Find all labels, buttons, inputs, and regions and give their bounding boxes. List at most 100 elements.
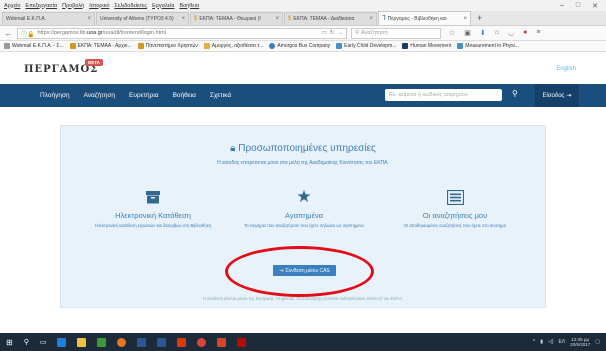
menu-history[interactable]: Ιστορικό xyxy=(89,3,109,9)
tab-ekpa-2[interactable]: $ ΕΚΠΑ: ΤΕΜΑΑ - Διαδίκασια × xyxy=(284,12,377,25)
bookmark-item[interactable]: ΕΚΠΑ: ΤΕΜΑΑ - Αρχικ... xyxy=(69,43,132,49)
edge-icon[interactable] xyxy=(57,337,67,347)
close-tab-icon[interactable]: × xyxy=(275,16,279,22)
search-icon[interactable]: ⚲ xyxy=(24,338,29,346)
notifications-icon[interactable]: ▢ xyxy=(595,339,600,345)
pocket-icon[interactable]: ◡ xyxy=(508,29,514,37)
file-explorer-icon[interactable] xyxy=(77,337,87,347)
nav-search[interactable]: Αναζήτηση xyxy=(84,92,115,99)
feature-description: Οι αποθηκευμένες αναζητήσεις που έχετε σ… xyxy=(403,223,507,228)
ekpa-icon xyxy=(69,43,76,49)
menu-file[interactable]: Αρχείο xyxy=(4,3,20,9)
bookmark-item[interactable]: Measurement in Physi... xyxy=(457,43,519,49)
tab-label: ΕΚΠΑ: ΤΕΜΑΑ - Θεωρικά (Ι xyxy=(199,16,261,22)
clock[interactable]: 12:26 μμ 20/6/2017 xyxy=(570,337,590,348)
panel-title: 🔒︎ Προσωποποιημένες υπηρεσίες xyxy=(230,143,376,154)
powerpoint-icon[interactable] xyxy=(217,337,227,347)
home-icon[interactable]: ⌂ xyxy=(495,29,499,37)
menu-tools[interactable]: Εργαλεία xyxy=(152,3,174,9)
tab-label: ΕΚΠΑ: ΤΕΜΑΑ - Διαδίκασια xyxy=(293,16,355,22)
addon-icon[interactable]: ● xyxy=(523,29,527,37)
back-icon[interactable]: ← xyxy=(4,29,13,38)
menu-edit[interactable]: Επεξεργασία xyxy=(25,3,57,9)
pergamos-icon: ᒣ xyxy=(382,16,386,22)
tab-strip: Webmail E.K.Π.Α. × University of Athens … xyxy=(0,11,606,26)
ekpa-icon xyxy=(137,43,144,49)
system-tray: ^ ▮ ◁) ΕΛ 12:26 μμ 20/6/2017 ▢ xyxy=(533,337,600,348)
app-icon[interactable] xyxy=(97,337,107,347)
login-label: Είσοδος xyxy=(542,92,565,99)
tab-label: Webmail E.K.Π.Α. xyxy=(6,16,46,22)
app-icon[interactable] xyxy=(137,337,147,347)
close-tab-icon[interactable]: × xyxy=(463,16,467,22)
bookmark-item[interactable]: Amorgos Bus Company xyxy=(269,43,330,49)
app-icon[interactable] xyxy=(177,337,187,347)
feature-description: Τα τεκμήρια που αναζητήσατε που έχετε ση… xyxy=(244,223,364,228)
new-tab-button[interactable]: + xyxy=(472,13,487,23)
bookmark-item[interactable]: Human Movement xyxy=(402,43,451,49)
forward-icon[interactable]: → xyxy=(338,30,344,36)
tray-chevron-icon[interactable]: ^ xyxy=(533,339,535,345)
menu-view[interactable]: Προβολή xyxy=(62,3,84,9)
clipboard-icon[interactable]: ▣ xyxy=(464,29,471,37)
bookmark-item[interactable]: Αμοργός, αξιοθέατα τ... xyxy=(203,43,263,49)
language-link[interactable]: English xyxy=(556,66,576,72)
task-view-icon[interactable]: ▭ xyxy=(40,338,47,346)
search-icon[interactable]: ⚲ xyxy=(512,89,518,98)
list-icon xyxy=(380,186,530,208)
browser-navbar: ← ⓘ🔒 https://pergamos.lib.uoa.gr/uoa/dl/… xyxy=(0,26,606,41)
browser-menubar: Αρχείο Επεξεργασία Προβολή Ιστορικό Σελι… xyxy=(0,0,606,11)
beta-badge: BETA xyxy=(85,59,103,66)
url-bar[interactable]: ⓘ🔒 https://pergamos.lib.uoa.gr/uoa/dl/fr… xyxy=(17,27,347,39)
word-icon[interactable] xyxy=(157,337,167,347)
download-icon[interactable]: ⬇ xyxy=(480,29,486,37)
archive-icon xyxy=(78,186,228,208)
close-tab-icon[interactable]: × xyxy=(369,16,373,22)
bookmark-item[interactable]: Webmail E.K.Π.Α. - Σ... xyxy=(4,43,64,49)
login-button[interactable]: Είσοδος ⇥ xyxy=(535,84,579,107)
browser-search-box[interactable]: ⚲ Αναζήτηση xyxy=(351,27,441,39)
close-tab-icon[interactable]: × xyxy=(87,16,91,22)
feature-description: Ηλεκτρονική κατάθεση εργασιών και διατρι… xyxy=(94,223,212,228)
site-navbar: Πλοήγηση Αναζήτηση Ευρετήρια Βοήθεια Σχε… xyxy=(0,84,606,107)
page-icon xyxy=(402,43,409,49)
nav-help[interactable]: Βοήθεια xyxy=(173,92,196,99)
tab-webmail[interactable]: Webmail E.K.Π.Α. × xyxy=(2,12,95,25)
chrome-icon[interactable] xyxy=(197,337,207,347)
tab-ekpa-1[interactable]: $ ΕΚΠΑ: ΤΕΜΑΑ - Θεωρικά (Ι × xyxy=(190,12,283,25)
folder-icon xyxy=(457,43,464,49)
nav-browse[interactable]: Πλοήγηση xyxy=(40,92,70,99)
feature-title: Οι αναζητήσεις μου xyxy=(422,211,488,220)
menu-bookmarks[interactable]: Σελιδοδείκτες xyxy=(114,3,147,9)
close-tab-icon[interactable]: × xyxy=(181,16,185,22)
site-search-input[interactable]: Ελ. κείμενα ή κωδικός τεκμηρίου xyxy=(385,89,502,101)
star-icon: ★ xyxy=(296,187,312,206)
firefox-icon[interactable] xyxy=(117,337,127,347)
nav-about[interactable]: Σχετικά xyxy=(210,92,231,99)
network-icon[interactable]: ▮ xyxy=(540,339,543,345)
folder-icon xyxy=(203,43,210,49)
close-window-icon[interactable]: ✕ xyxy=(592,2,598,10)
bookmark-item[interactable]: Early Child Developm... xyxy=(336,43,396,49)
bus-icon xyxy=(269,43,276,49)
volume-icon[interactable]: ◁) xyxy=(548,339,554,345)
menu-help[interactable]: Βοήθεια xyxy=(179,3,199,9)
minimize-icon[interactable]: – xyxy=(560,2,564,10)
bookmark-star-icon[interactable]: ☆ xyxy=(449,29,455,37)
bookmark-item[interactable]: Πανεπιστήμιο Χρηστών xyxy=(137,43,198,49)
reader-icon[interactable]: ▭ xyxy=(322,30,327,36)
language-indicator[interactable]: ΕΛ xyxy=(559,339,566,345)
maximize-icon[interactable]: □ xyxy=(576,2,580,10)
nav-indexes[interactable]: Ευρετήρια xyxy=(129,92,159,99)
windows-start-icon[interactable]: ⊞ xyxy=(6,338,13,347)
tab-label: University of Athens (TYPO3 4.5) xyxy=(100,16,174,22)
bookmarks-bar: Webmail E.K.Π.Α. - Σ... ΕΚΠΑ: ΤΕΜΑΑ - Αρ… xyxy=(0,41,606,52)
url-text: https://pergamos.lib.uoa.gr/uoa/dl/front… xyxy=(37,30,166,36)
tab-uoa[interactable]: University of Athens (TYPO3 4.5) × xyxy=(96,12,189,25)
site-header: ΠΕΡΓΑΜΟΣ BETA English xyxy=(0,52,606,84)
pdf-icon[interactable] xyxy=(237,337,247,347)
tab-pergamos[interactable]: ᒣ Πέργαμος - Βιβλιοθήκη και × xyxy=(378,11,471,25)
panel-subtitle: Η είσοδος επιτρέπεται μόνο στα μέλη της … xyxy=(217,160,389,166)
menu-icon[interactable]: ≡ xyxy=(536,29,540,37)
reload-icon[interactable]: ↻ xyxy=(330,30,335,36)
